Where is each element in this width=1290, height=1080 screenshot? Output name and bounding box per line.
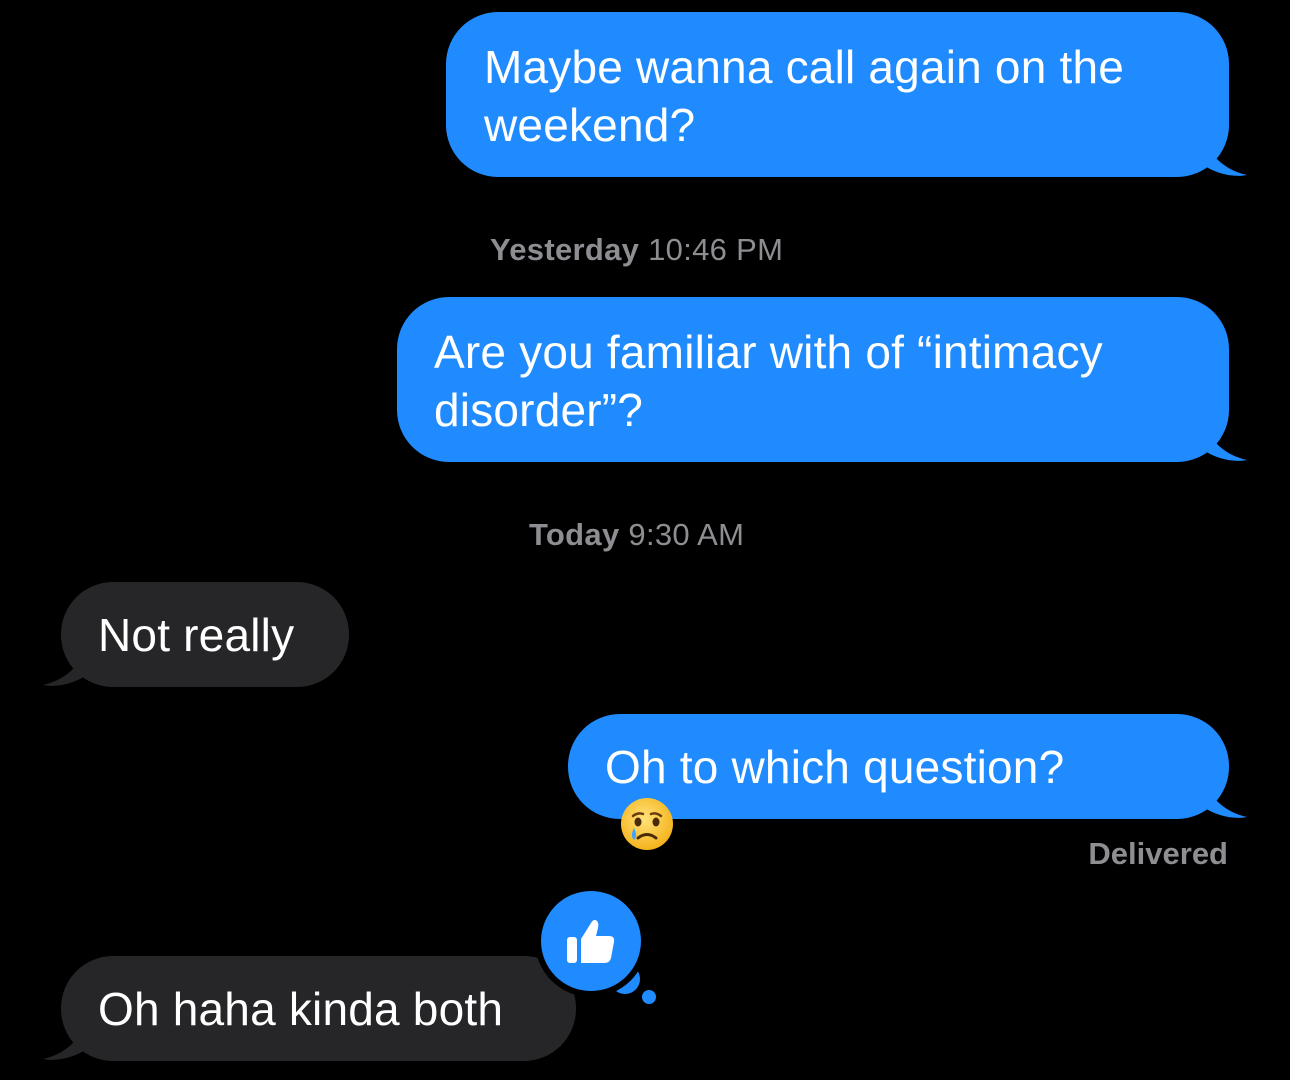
- message-bubble-sent[interactable]: Maybe wanna call again on the weekend?: [446, 12, 1247, 177]
- message-bubble-sent[interactable]: Oh to which question?: [568, 714, 1247, 850]
- timestamp: Yesterday 10:46 PM: [490, 232, 783, 268]
- message-text: Oh to which question?: [605, 741, 1065, 793]
- message-text: Are you familiar with of “intimacy disor…: [434, 326, 1103, 436]
- tapback-reaction[interactable]: [541, 891, 641, 991]
- message-text: Not really: [98, 609, 295, 661]
- timestamp-time: 10:46 PM: [648, 232, 784, 267]
- message-bubble-sent[interactable]: Are you familiar with of “intimacy disor…: [397, 297, 1247, 462]
- thumbs-up-icon: [567, 919, 615, 963]
- message-text: Maybe wanna call again on the weekend?: [484, 41, 1125, 151]
- message-bubble-received[interactable]: Oh haha kinda both: [43, 956, 576, 1061]
- bubble-tail-icon: [1203, 137, 1247, 176]
- bubble-tail-icon: [43, 647, 87, 686]
- crying-face-emoji-icon: [621, 798, 673, 850]
- tapback-tail-dot: [642, 990, 656, 1004]
- timestamp-time: 9:30 AM: [628, 517, 745, 552]
- bubble-tail-icon: [1203, 422, 1247, 461]
- bubble-tail-icon: [43, 1021, 87, 1060]
- timestamp-day: Yesterday: [490, 232, 640, 267]
- timestamp-day: Today: [529, 517, 620, 552]
- delivery-status: Delivered: [1088, 836, 1228, 871]
- timestamp: Today 9:30 AM: [529, 517, 744, 553]
- message-bubble-received[interactable]: Not really: [43, 582, 349, 687]
- message-text: Oh haha kinda both: [98, 983, 504, 1035]
